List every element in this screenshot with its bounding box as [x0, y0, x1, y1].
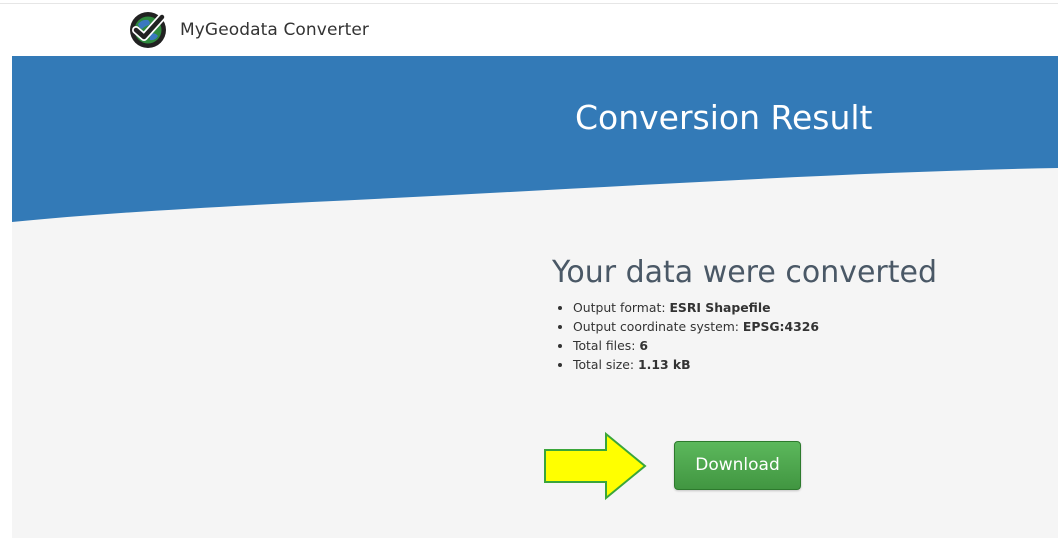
detail-value: 1.13 kB — [638, 357, 691, 372]
brand-name: MyGeodata Converter — [180, 20, 370, 40]
result-details-list: Output format: ESRI Shapefile Output coo… — [556, 298, 819, 374]
detail-output-format: Output format: ESRI Shapefile — [573, 298, 819, 317]
detail-total-size: Total size: 1.13 kB — [573, 355, 819, 374]
detail-label: Output format: — [573, 300, 670, 315]
detail-value: EPSG:4326 — [742, 319, 820, 334]
detail-coordinate-system: Output coordinate system: EPSG:4326 — [573, 317, 819, 336]
right-arrow-icon — [544, 431, 647, 501]
checkmark-globe-icon — [130, 12, 166, 48]
page: MyGeodata Converter Conversion Result Yo… — [0, 0, 1058, 539]
hero-banner — [12, 56, 1058, 222]
result-heading: Your data were converted — [552, 255, 938, 290]
detail-value: 6 — [639, 338, 648, 353]
detail-label: Output coordinate system: — [573, 319, 743, 334]
page-title: Conversion Result — [575, 98, 873, 137]
detail-label: Total size: — [573, 357, 639, 372]
brand-link[interactable]: MyGeodata Converter — [128, 10, 369, 50]
navbar: MyGeodata Converter — [12, 4, 1058, 56]
detail-value: ESRI Shapefile — [669, 300, 771, 315]
main-content: Conversion Result Your data were convert… — [12, 56, 1058, 539]
detail-label: Total files: — [573, 338, 640, 353]
detail-total-files: Total files: 6 — [573, 336, 819, 355]
download-button[interactable]: Download — [674, 441, 801, 490]
